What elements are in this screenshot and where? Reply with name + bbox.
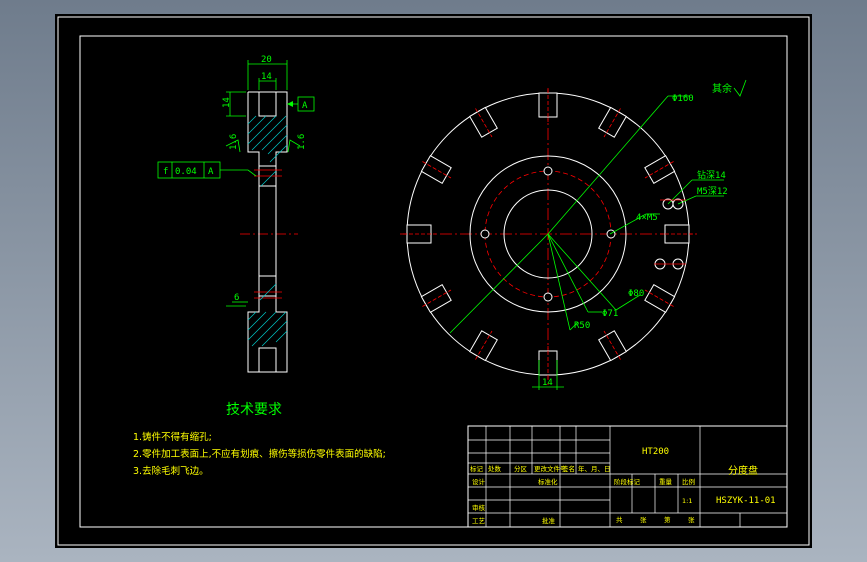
- tolerance-value: 0.04: [175, 167, 197, 177]
- tb-label-date: 年、月、日: [578, 464, 611, 473]
- bolt-hole: [543, 292, 553, 302]
- tb-weight: 重量: [659, 478, 673, 486]
- notes-heading: 技术要求: [226, 402, 282, 418]
- tb-label-sign: 签名: [562, 464, 575, 473]
- dim-depth-6: 6: [234, 293, 239, 303]
- tb-process: 工艺: [472, 517, 486, 525]
- radial-slot: [403, 224, 436, 244]
- radial-slot: [538, 89, 558, 122]
- roughness-right: 1.6: [297, 134, 307, 150]
- cad-viewport[interactable]: 20 14 14 A 1.6 1.6 f 0.04 A 6 Φ160 钻深14 …: [0, 0, 867, 562]
- tb-material: HT200: [642, 447, 669, 457]
- tb-standard: 标准化: [538, 477, 558, 486]
- dim-width-14: 14: [261, 72, 272, 82]
- dim-dia-80: Φ80: [628, 289, 644, 299]
- notes-line-2: 2.零件加工表面上,不应有划痕、擦伤等损伤零件表面的缺陷;: [133, 448, 386, 460]
- bolt-hole: [606, 229, 616, 239]
- dim-m-depth-14: 钻深14: [697, 169, 726, 181]
- dim-slot-14: 14: [542, 378, 553, 388]
- tb-sheet-total: 共: [616, 515, 623, 524]
- tb-drawing-no: HSZYK-11-01: [716, 496, 776, 506]
- dim-m5-depth-12: M5深12: [697, 186, 728, 197]
- notes-line-1: 1.铸件不得有缩孔;: [133, 431, 212, 443]
- dim-width-20: 20: [261, 55, 272, 65]
- radial-slot: [660, 224, 693, 244]
- tb-sheet-no: 第: [664, 515, 671, 524]
- tb-label-mark: 标记: [470, 464, 484, 473]
- dim-dia-71: Φ71: [602, 309, 618, 319]
- radial-slot: [538, 346, 558, 379]
- dim-height-14: 14: [222, 97, 232, 108]
- dim-dia-160: Φ160: [672, 94, 694, 104]
- tolerance-datum: A: [208, 167, 214, 177]
- surface-rest-label: 其余: [712, 82, 732, 95]
- tb-sheet-no2: 张: [688, 515, 695, 524]
- dim-r50: R50: [574, 321, 590, 331]
- tb-sheet-of: 张: [640, 515, 647, 524]
- roughness-left: 1.6: [229, 134, 239, 150]
- dim-4xm5: 4×M5: [636, 213, 658, 223]
- tb-part-name: 分度盘: [728, 464, 758, 477]
- bolt-hole: [480, 229, 490, 239]
- tb-review: 审核: [472, 503, 486, 512]
- tb-stage-mark: 阶段标记: [614, 477, 641, 486]
- tb-designer: 设计: [472, 477, 486, 486]
- tolerance-symbol: f: [163, 167, 168, 177]
- tb-label-count: 处数: [488, 464, 502, 473]
- bolt-hole: [543, 166, 553, 176]
- tb-scale-label: 比例: [682, 477, 695, 486]
- drawing-canvas[interactable]: 20 14 14 A 1.6 1.6 f 0.04 A 6 Φ160 钻深14 …: [0, 0, 867, 562]
- tb-label-zone: 分区: [514, 464, 528, 473]
- notes-line-3: 3.去除毛刺飞边。: [133, 465, 209, 477]
- tb-approve: 批准: [542, 516, 556, 525]
- tb-scale: 1:1: [682, 497, 692, 505]
- datum-label: A: [302, 101, 308, 111]
